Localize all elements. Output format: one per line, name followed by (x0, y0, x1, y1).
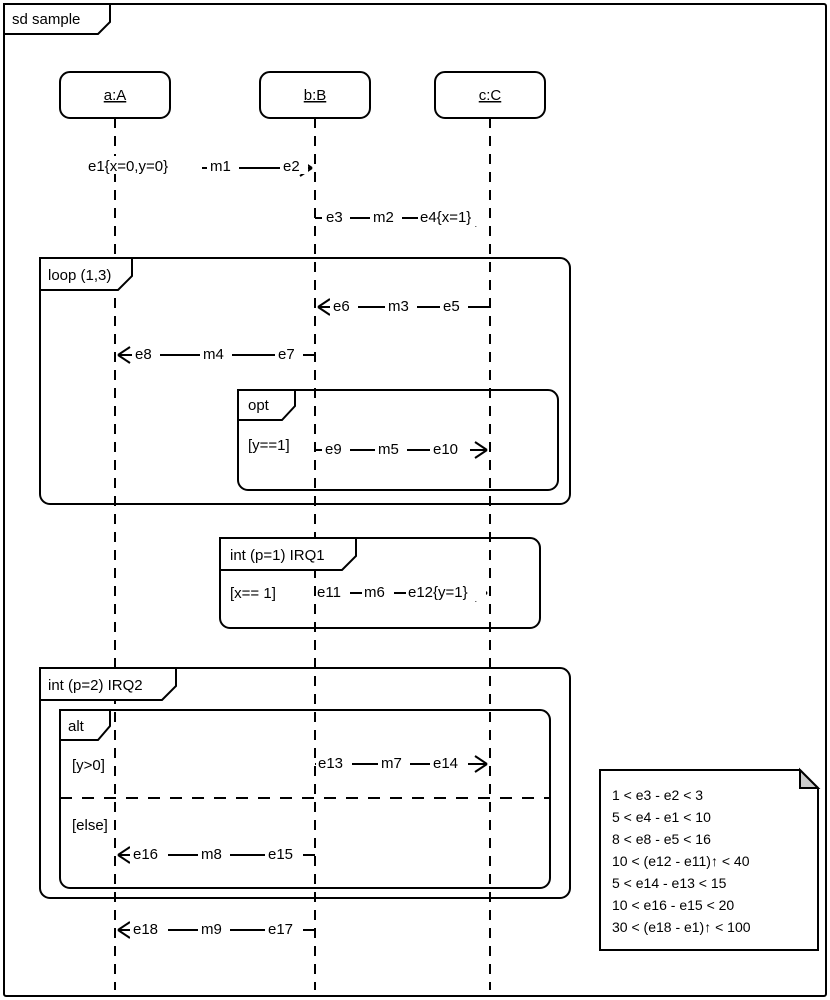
m2-to-event: e4{x=1} (420, 209, 471, 226)
m9-from-event: e17 (268, 921, 293, 938)
message-m4: e8 m4 e7 (118, 345, 315, 363)
m1-label: m1 (210, 158, 231, 175)
message-m3: e6 m3 e5 (318, 297, 490, 315)
sequence-diagram: sd sample a:A b:B c:C e1{x=0,y=0} m1 e2 … (0, 0, 830, 1000)
m7-to-event: e14 (433, 755, 458, 772)
m6-to-event: e12{y=1} (408, 584, 468, 601)
alt-guard2: [else] (72, 817, 108, 834)
m1-from-event: e1{x=0,y=0} (88, 158, 168, 175)
loop-label: loop (1,3) (48, 267, 111, 284)
constraint-1: 5 < e4 - e1 < 10 (612, 809, 711, 825)
lifeline-c-label: c:C (479, 87, 502, 104)
lifeline-b-label: b:B (304, 87, 327, 104)
m7-from-event: e13 (318, 755, 343, 772)
m1-to-event: e2 (283, 158, 300, 175)
m8-to-event: e16 (133, 846, 158, 863)
constraint-4: 5 < e14 - e13 < 15 (612, 875, 727, 891)
constraint-2: 8 < e8 - e5 < 16 (612, 831, 711, 847)
int1-label: int (p=1) IRQ1 (230, 547, 325, 564)
m5-to-event: e10 (433, 441, 458, 458)
m2-from-event: e3 (326, 209, 343, 226)
m9-to-event: e18 (133, 921, 158, 938)
message-m1: e1{x=0,y=0} m1 e2 (82, 156, 312, 176)
m2-label: m2 (373, 209, 394, 226)
m5-label: m5 (378, 441, 399, 458)
m3-to-event: e6 (333, 298, 350, 315)
message-m5: e9 m5 e10 (315, 440, 487, 458)
message-m2: e3 m2 e4{x=1} (315, 208, 488, 226)
m8-label: m8 (201, 846, 222, 863)
constraints-note: 1 < e3 - e2 < 3 5 < e4 - e1 < 10 8 < e8 … (600, 770, 818, 950)
opt-guard: [y==1] (248, 437, 290, 454)
constraint-0: 1 < e3 - e2 < 3 (612, 787, 703, 803)
m6-label: m6 (364, 584, 385, 601)
m6-from-event: e11 (317, 584, 341, 601)
m7-label: m7 (381, 755, 402, 772)
m4-to-event: e8 (135, 346, 152, 363)
alt-label: alt (68, 718, 85, 735)
m5-from-event: e9 (325, 441, 342, 458)
m3-from-event: e5 (443, 298, 460, 315)
message-m6: e11 m6 e12{y=1} (315, 583, 487, 601)
m4-from-event: e7 (278, 346, 295, 363)
lifeline-a-label: a:A (104, 87, 127, 104)
m4-label: m4 (203, 346, 224, 363)
int1-guard: [x== 1] (230, 585, 276, 602)
alt-guard1: [y>0] (72, 757, 105, 774)
m8-from-event: e15 (268, 846, 293, 863)
constraint-5: 10 < e16 - e15 < 20 (612, 897, 734, 913)
opt-label: opt (248, 397, 270, 414)
m9-label: m9 (201, 921, 222, 938)
constraint-6: 30 < (e18 - e1)↑ < 100 (612, 919, 751, 935)
constraint-3: 10 < (e12 - e11)↑ < 40 (612, 853, 750, 869)
m3-label: m3 (388, 298, 409, 315)
message-m8: e16 m8 e15 (118, 845, 315, 863)
message-m7: e13 m7 e14 (315, 754, 487, 772)
sd-title: sd sample (12, 11, 80, 28)
message-m9: e18 m9 e17 (118, 920, 315, 938)
int2-label: int (p=2) IRQ2 (48, 677, 143, 694)
